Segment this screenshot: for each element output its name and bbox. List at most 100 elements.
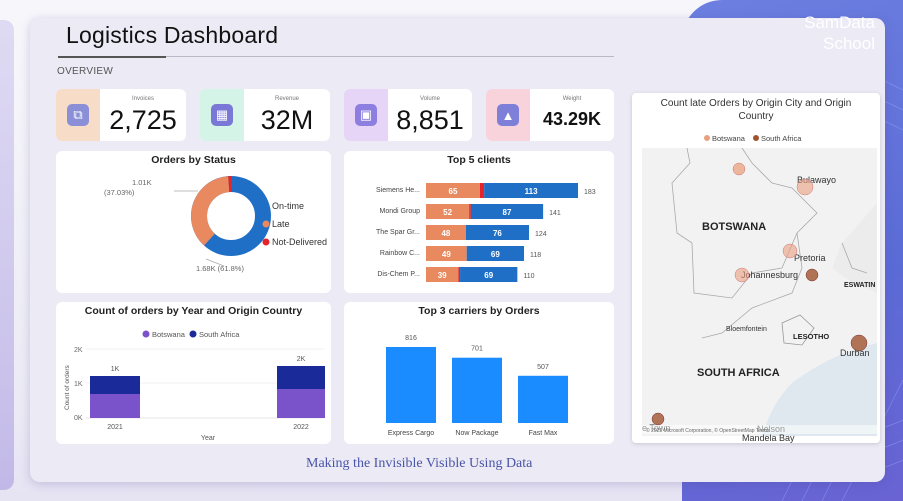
legend-dot-botswana (142, 330, 150, 338)
data-label-ontime: 1.68K (61.8%) (196, 264, 244, 273)
map-bubble[interactable] (732, 162, 746, 176)
legend-label: South Africa (199, 330, 240, 339)
legend-label: Not-Delivered (272, 237, 327, 247)
data-label: 2K (297, 356, 306, 363)
top-clients-card[interactable]: Top 5 clients Siemens He... 65 113 183 Mondi… (344, 151, 614, 293)
map-label-country: ESWATIN (844, 282, 875, 289)
kpi-revenue[interactable]: ▦ Revenue 32M (200, 89, 330, 141)
copy-icon: ⧉ (67, 104, 89, 126)
map-bubble[interactable] (651, 412, 665, 426)
map-bubble[interactable] (805, 268, 819, 282)
data-label: 816 (405, 335, 417, 342)
title-underline (58, 56, 166, 58)
map-label-city: Pretoria (794, 253, 826, 263)
top-carriers-chart: 816 Express Cargo 701 Now Package 507 Fast Ma… (386, 335, 568, 437)
orders-by-status-card[interactable]: Orders by Status 1.01K (37.03%) 1.68K (6… (56, 151, 331, 293)
map-label-south-africa: SOUTH AFRICA (697, 367, 780, 379)
kpi-label: Weight (562, 96, 582, 102)
page-title: Logistics Dashboard (66, 22, 279, 48)
y-tick: 0K (74, 415, 83, 422)
bar-2021-south-africa (90, 376, 140, 394)
status-donut-chart: 1.01K (37.03%) 1.68K (61.8%) On-time Lat… (104, 176, 327, 273)
map-bubble[interactable] (850, 334, 868, 352)
kpi-label: Revenue (274, 96, 300, 102)
data-label-late: 1.01K (132, 178, 152, 187)
data-label-total: 124 (535, 231, 547, 238)
data-label-total: 141 (549, 210, 561, 217)
x-axis-label: Year (201, 435, 216, 442)
legend-dot-ontime (262, 202, 270, 210)
data-label-late: 49 (442, 250, 451, 259)
decorative-edge (0, 20, 14, 490)
client-name: Rainbow C... (380, 250, 420, 257)
map-attribution: © 2025 Microsoft Corporation, © OpenStre… (646, 427, 770, 434)
legend-label: South Africa (761, 134, 802, 143)
bar-not-delivered[interactable] (469, 204, 471, 219)
map-label-city: Johannesburg (741, 270, 798, 280)
box-icon: ▣ (355, 104, 377, 126)
map-area[interactable]: Botswana South Africa BOTSWANA SOUTH AFR… (632, 93, 880, 443)
data-label-late: 39 (438, 271, 447, 280)
donut-slice-late (191, 176, 230, 246)
kpi-value: 32M (260, 105, 314, 135)
bar-not-delivered[interactable] (458, 267, 461, 282)
map-bubble[interactable] (734, 267, 750, 283)
cash-register-icon: ▦ (211, 104, 233, 126)
kpi-invoices[interactable]: ⧉ Invoices 2,725 (56, 89, 186, 141)
map-label-city: Bloemfontein (726, 326, 767, 333)
orders-by-year-card[interactable]: Count of orders by Year and Origin Count… (56, 302, 331, 444)
data-label: 1K (111, 366, 120, 373)
bar-2022-botswana (277, 389, 325, 418)
map-label-country: LESOTHO (793, 332, 829, 341)
data-label-late-pct: (37.03%) (104, 188, 135, 197)
data-label-late: 52 (443, 208, 452, 217)
map-label-botswana: BOTSWANA (702, 221, 766, 233)
top-carriers-card[interactable]: Top 3 carriers by Orders 816 Express Carg… (344, 302, 614, 444)
y-axis-label: Count of orders (64, 364, 71, 410)
kpi-value: 43.29K (542, 109, 602, 129)
kpi-label: Volume (419, 96, 440, 102)
bar-carrier[interactable] (386, 347, 436, 423)
orders-by-year-chart: Botswana South Africa 2K 1K 0K Count of … (64, 330, 325, 442)
bar-carrier[interactable] (452, 357, 502, 423)
brand-logo: SamData School (804, 13, 875, 53)
data-label-ontime: 69 (491, 250, 500, 259)
top-clients-chart: Siemens He... 65 113 183 Mondi Group 52 87 141 T… (376, 183, 596, 282)
legend-dot-not-delivered (262, 238, 270, 246)
client-name: Siemens He... (376, 187, 420, 194)
data-label-total: 118 (530, 252, 541, 259)
kpi-value: 2,725 (109, 105, 177, 135)
x-tick: 2021 (107, 424, 123, 431)
bar-2022-south-africa (277, 366, 325, 389)
kpi-volume[interactable]: ▣ Volume 8,851 (344, 89, 472, 141)
data-label: 507 (537, 364, 549, 371)
data-label-ontime: 69 (484, 271, 493, 280)
map-bubble[interactable] (796, 178, 814, 196)
weight-icon: ▲ (497, 104, 519, 126)
bar-carrier[interactable] (518, 375, 568, 423)
client-name: The Spar Gr... (376, 229, 420, 236)
data-label-ontime: 87 (503, 208, 512, 217)
y-tick: 1K (74, 381, 83, 388)
data-label-total: 183 (584, 189, 596, 196)
legend-label: Botswana (712, 134, 746, 143)
x-tick: Express Cargo (388, 430, 434, 437)
legend-label: On-time (272, 201, 304, 211)
footer-tagline: Making the Invisible Visible Using Data (306, 456, 533, 471)
data-label-ontime: 113 (525, 187, 538, 196)
client-name: Mondi Group (380, 208, 421, 215)
data-label: 701 (471, 346, 483, 353)
y-tick: 2K (74, 347, 83, 354)
data-label-total: 110 (523, 273, 534, 280)
legend-label: Late (272, 219, 290, 229)
late-orders-map-card[interactable]: Count late Orders by Origin City and Ori… (632, 93, 880, 443)
kpi-weight[interactable]: ▲ Weight 43.29K (486, 89, 614, 141)
bar-2021-botswana (90, 394, 140, 418)
map-label-city: Mandela Bay (742, 433, 795, 443)
overview-label: OVERVIEW (57, 66, 114, 77)
kpi-label: Invoices (131, 96, 154, 102)
map-bubble[interactable] (782, 243, 798, 259)
x-tick: 2022 (293, 424, 309, 431)
legend-dot-south-africa (189, 330, 197, 338)
bar-not-delivered[interactable] (479, 183, 485, 198)
